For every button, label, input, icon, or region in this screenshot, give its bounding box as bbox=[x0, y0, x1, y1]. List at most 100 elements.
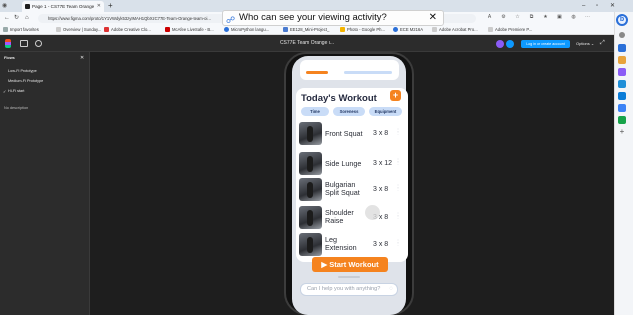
drag-handle-icon[interactable]: ⋮ ⋮ bbox=[396, 158, 400, 165]
drop-icon[interactable] bbox=[618, 104, 626, 112]
favorite-item[interactable]: Photo - Google Ph... bbox=[340, 26, 385, 33]
bing-chat-icon[interactable]: b bbox=[616, 14, 628, 26]
chat-placeholder: Can I help you with anything? bbox=[307, 286, 381, 292]
favorite-star-icon[interactable]: ☆ bbox=[514, 14, 521, 21]
favorite-item[interactable]: Import favorites bbox=[3, 26, 39, 33]
people-icon: ☍ bbox=[226, 15, 236, 25]
maximize-button[interactable]: ▫ bbox=[596, 0, 598, 12]
exercise-name[interactable]: Bulgarian Split Squat bbox=[325, 181, 369, 197]
progress-pill bbox=[344, 71, 392, 74]
games-icon[interactable] bbox=[618, 68, 626, 76]
exercise-sets: 3 x 12 bbox=[373, 160, 393, 167]
flow-item[interactable]: Low-Fi Prototype bbox=[8, 69, 37, 73]
filter-chip-equipment[interactable]: Equipment bbox=[369, 107, 402, 116]
google-photos-icon bbox=[340, 27, 345, 32]
click-cursor-indicator bbox=[365, 205, 380, 220]
drag-handle-icon[interactable]: ⋮ ⋮ bbox=[396, 128, 400, 135]
sheet-handle[interactable] bbox=[338, 276, 360, 278]
extensions-icon[interactable]: ⚙ bbox=[500, 14, 507, 21]
drag-handle-icon[interactable]: ⋮ ⋮ bbox=[396, 212, 400, 219]
exercise-thumbnail bbox=[299, 178, 322, 201]
options-menu[interactable]: Options ⌄ bbox=[576, 35, 594, 52]
microphone-icon[interactable]: ◌ bbox=[389, 284, 393, 295]
workout-title: Today's Workout bbox=[301, 93, 377, 104]
drag-handle-icon[interactable]: ⋮ ⋮ bbox=[396, 239, 400, 246]
favorite-item[interactable]: Adobe Acrobat Pro... bbox=[432, 26, 478, 33]
login-button[interactable]: Log in or create account bbox=[521, 40, 570, 48]
office-icon[interactable] bbox=[618, 80, 626, 88]
exercise-sets: 3 x 8 bbox=[373, 186, 389, 193]
panel-header: Flows bbox=[4, 56, 15, 60]
account-icon[interactable]: ◍ bbox=[570, 14, 577, 21]
close-window-button[interactable]: ✕ bbox=[610, 0, 615, 12]
start-workout-button[interactable]: ▶ Start Workout bbox=[312, 257, 388, 272]
tab-close-icon[interactable]: ✕ bbox=[97, 1, 101, 12]
avatar[interactable] bbox=[496, 40, 504, 48]
page-icon bbox=[56, 27, 61, 32]
progress-pill bbox=[306, 71, 328, 74]
favorite-item[interactable]: EE128_Mini-Project_ bbox=[283, 26, 329, 33]
tooltip-text: Who can see your viewing activity? bbox=[239, 12, 387, 23]
split-screen-icon[interactable]: ⧉ bbox=[528, 14, 535, 21]
filter-chip-soreness[interactable]: Soreness bbox=[333, 107, 365, 116]
avatar[interactable] bbox=[506, 40, 514, 48]
exercise-name[interactable]: Leg Extension bbox=[325, 236, 365, 252]
viewing-activity-tooltip: ☍ Who can see your viewing activity? ✕ bbox=[222, 10, 444, 26]
collections-icon[interactable]: ▣ bbox=[556, 14, 563, 21]
exercise-sets: 3 x 8 bbox=[373, 241, 389, 248]
exercise-name[interactable]: Shoulder Raise bbox=[325, 209, 365, 225]
figma-favicon-icon bbox=[25, 4, 30, 9]
micropython-icon bbox=[224, 27, 229, 32]
drag-handle-icon[interactable]: ⋮ ⋮ bbox=[396, 184, 400, 191]
favorite-item[interactable]: Adobe Premiere P... bbox=[488, 26, 532, 33]
outlook-icon[interactable] bbox=[618, 92, 626, 100]
tag-icon[interactable] bbox=[618, 44, 626, 52]
mcafee-icon bbox=[165, 27, 170, 32]
favorite-item[interactable]: Adobe Creative Clo... bbox=[104, 26, 151, 33]
exercise-name[interactable]: Front Squat bbox=[325, 130, 363, 138]
exercise-thumbnail bbox=[299, 233, 322, 256]
url-text: https://www.figma.com/proto/1Y1VWdyk53zy… bbox=[48, 16, 211, 21]
import-icon bbox=[3, 27, 8, 32]
exercise-sets: 3 x 8 bbox=[373, 130, 389, 137]
flow-item[interactable]: Medium-Fi Prototype bbox=[8, 79, 43, 83]
tooltip-close-icon[interactable]: ✕ bbox=[429, 11, 437, 25]
exercise-name[interactable]: Side Lunge bbox=[325, 160, 361, 168]
tree-icon[interactable] bbox=[618, 116, 626, 124]
back-icon[interactable]: ← bbox=[4, 12, 10, 24]
profile-icon[interactable]: ◉ bbox=[2, 0, 7, 12]
favorites-icon[interactable]: ★ bbox=[542, 14, 549, 21]
favorite-item[interactable]: ECE M216A bbox=[393, 26, 423, 33]
ece-icon bbox=[393, 27, 398, 32]
panel-close-icon[interactable]: ✕ bbox=[80, 55, 84, 61]
refresh-icon[interactable]: ↻ bbox=[14, 12, 19, 24]
filter-chip-time[interactable]: Time bbox=[301, 107, 329, 116]
more-menu-icon[interactable]: ⋯ bbox=[584, 14, 591, 21]
briefcase-icon[interactable] bbox=[618, 56, 626, 64]
new-tab-button[interactable]: + bbox=[108, 0, 113, 12]
add-icon[interactable]: + bbox=[618, 128, 626, 136]
favorite-item[interactable]: Overview | Sunday... bbox=[56, 26, 101, 33]
page-icon bbox=[488, 27, 493, 32]
expand-icon[interactable]: ⤢ bbox=[600, 40, 605, 47]
exercise-thumbnail bbox=[299, 152, 322, 175]
home-icon[interactable]: ⌂ bbox=[25, 12, 29, 24]
add-exercise-button[interactable]: + bbox=[390, 90, 401, 101]
favorite-item[interactable]: McAfee LiveSafe - B... bbox=[165, 26, 214, 33]
flow-item-active[interactable]: Hi-Fi start bbox=[8, 89, 24, 93]
read-aloud-icon[interactable]: A bbox=[486, 14, 493, 21]
exercise-thumbnail bbox=[299, 206, 322, 229]
page-icon bbox=[432, 27, 437, 32]
exercise-thumbnail bbox=[299, 122, 322, 145]
assistant-chat-input[interactable]: Can I help you with anything? ◌ bbox=[300, 283, 398, 296]
tab-title: Page 1 - CS77E Team Orange bbox=[32, 4, 95, 9]
favorite-item[interactable]: MicroPython langu... bbox=[224, 26, 269, 33]
checkmark-icon: ✓ bbox=[3, 90, 7, 94]
top-card bbox=[300, 60, 399, 80]
minimize-button[interactable]: – bbox=[582, 0, 585, 12]
adobe-icon bbox=[104, 27, 109, 32]
flow-description: No description bbox=[4, 106, 29, 110]
browser-tab[interactable]: Page 1 - CS77E Team Orange ✕ bbox=[22, 1, 104, 12]
ee128-icon bbox=[283, 27, 288, 32]
search-icon[interactable] bbox=[619, 32, 625, 38]
